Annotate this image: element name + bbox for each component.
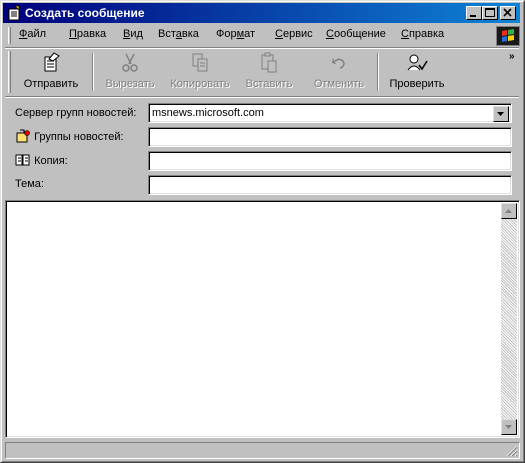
- menu-tools[interactable]: Сервис: [275, 28, 313, 40]
- subject-label: Тема:: [15, 178, 44, 190]
- menu-message[interactable]: Сообщение: [326, 28, 386, 40]
- copy-label: Копировать: [170, 78, 230, 90]
- menu-bar-grip[interactable]: [8, 27, 11, 44]
- check-names-label: Проверить: [389, 78, 445, 90]
- paste-icon: [257, 52, 281, 74]
- menu-help[interactable]: Справка: [401, 28, 444, 40]
- server-dropdown-button[interactable]: [493, 106, 509, 122]
- toolbar-grip[interactable]: [8, 51, 11, 93]
- newsgroups-icon: [16, 129, 30, 143]
- newsgroups-label-wrap[interactable]: Группы новостей:: [15, 129, 124, 143]
- check-names-icon: [405, 52, 429, 74]
- menu-bar: Файл Правка Вид Вставка Формат Сервис Со…: [5, 25, 519, 46]
- close-button[interactable]: [500, 6, 516, 20]
- menu-file[interactable]: Файл: [19, 28, 46, 40]
- minimize-icon: [470, 15, 476, 17]
- window-title: Создать сообщение: [25, 6, 145, 20]
- paste-label: Вставить: [245, 78, 293, 90]
- toolbar-separator: [92, 53, 94, 91]
- toolbar-overflow-chevron[interactable]: »: [509, 51, 515, 62]
- size-grip-icon[interactable]: [506, 445, 518, 457]
- arrow-down-icon: [505, 425, 512, 429]
- undo-button[interactable]: Отменить: [309, 49, 369, 95]
- menu-edit[interactable]: Правка: [69, 28, 106, 40]
- send-button[interactable]: Отправить: [17, 49, 85, 95]
- server-label: Сервер групп новостей:: [15, 107, 137, 119]
- server-input[interactable]: [152, 106, 492, 120]
- newsgroups-field[interactable]: [148, 127, 512, 147]
- subject-field[interactable]: [148, 175, 512, 195]
- menu-insert[interactable]: Вставка: [158, 28, 199, 40]
- message-body[interactable]: [5, 200, 520, 438]
- minimize-button[interactable]: [466, 6, 482, 20]
- message-body-text[interactable]: [10, 205, 497, 433]
- server-select[interactable]: [148, 103, 512, 123]
- compose-window: Создать сообщение Файл Правка Вид Вставк…: [0, 0, 525, 463]
- menu-view[interactable]: Вид: [123, 28, 143, 40]
- cut-button[interactable]: Вырезать: [99, 49, 161, 95]
- subject-input[interactable]: [152, 178, 492, 192]
- send-label: Отправить: [23, 78, 79, 90]
- newsgroups-label: Группы новостей:: [34, 131, 124, 143]
- cc-label-wrap[interactable]: Копия:: [15, 153, 68, 167]
- cc-input[interactable]: [152, 154, 492, 168]
- undo-label: Отменить: [313, 78, 365, 90]
- newsgroups-input[interactable]: [152, 130, 492, 144]
- cc-field[interactable]: [148, 151, 512, 171]
- check-names-button[interactable]: Проверить: [383, 49, 451, 95]
- maximize-icon: [485, 8, 495, 17]
- send-icon: [39, 52, 63, 74]
- new-message-icon: [6, 5, 22, 21]
- address-book-icon: [15, 154, 30, 166]
- scroll-up-button[interactable]: [501, 203, 517, 219]
- chevron-down-icon: [497, 112, 504, 116]
- scroll-down-button[interactable]: [501, 419, 517, 435]
- status-bar: [5, 442, 520, 459]
- close-icon: [503, 8, 512, 17]
- copy-button[interactable]: Копировать: [165, 49, 235, 95]
- cut-icon: [118, 52, 142, 74]
- menu-format[interactable]: Формат: [216, 28, 255, 40]
- windows-logo-icon: [496, 26, 520, 46]
- cut-label: Вырезать: [105, 78, 155, 90]
- toolbar: Отправить Вырезать Копировать Вставить О…: [5, 49, 519, 95]
- vertical-scrollbar[interactable]: [501, 203, 517, 435]
- arrow-up-icon: [505, 209, 512, 213]
- undo-icon: [327, 52, 351, 74]
- toolbar-header-divider: [5, 96, 519, 98]
- toolbar-separator: [377, 53, 379, 91]
- title-bar[interactable]: Создать сообщение: [3, 3, 520, 23]
- maximize-button[interactable]: [482, 6, 498, 20]
- copy-icon: [188, 52, 212, 74]
- paste-button[interactable]: Вставить: [239, 49, 299, 95]
- cc-label: Копия:: [34, 155, 68, 167]
